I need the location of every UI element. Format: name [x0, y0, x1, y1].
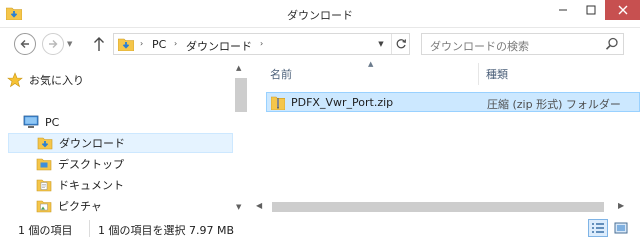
computer-icon	[23, 115, 39, 128]
status-bar: 1 個の項目 1 個の項目を選択 7.97 MB	[0, 216, 640, 243]
navigation-pane-scrollbar[interactable]: ▲ ▼	[233, 60, 249, 216]
download-folder-icon	[37, 137, 53, 150]
close-button[interactable]	[605, 0, 640, 20]
large-icons-view-button[interactable]	[611, 219, 631, 237]
back-button[interactable]	[14, 33, 36, 55]
minimize-button[interactable]	[549, 0, 577, 20]
scroll-right-arrow-icon[interactable]: ▶	[618, 201, 624, 210]
breadcrumb-separator[interactable]: ›	[260, 39, 263, 48]
file-name[interactable]: PDFX_Vwr_Port.zip	[291, 96, 393, 109]
recent-locations-dropdown[interactable]: ▼	[67, 40, 72, 48]
sidebar-item-label: ピクチャ	[58, 200, 102, 213]
scroll-down-arrow-icon[interactable]: ▼	[236, 203, 241, 211]
selection-info: 1 個の項目を選択 7.97 MB	[98, 224, 235, 237]
breadcrumb-separator[interactable]: ›	[140, 39, 143, 48]
sidebar-item-pictures[interactable]: ピクチャ	[36, 196, 232, 216]
column-header-type[interactable]: 種類	[486, 66, 508, 82]
scrollbar-thumb[interactable]	[272, 202, 604, 212]
breadcrumb-separator[interactable]: ›	[174, 39, 177, 48]
file-list: 名前 ▲ 種類 PDFX_Vwr_Port.zip 圧縮 (zip 形式) フォ…	[252, 60, 640, 216]
scroll-up-arrow-icon[interactable]: ▲	[236, 64, 241, 72]
pictures-folder-icon	[36, 200, 52, 213]
forward-button[interactable]	[42, 33, 64, 55]
address-history-dropdown[interactable]: ▼	[372, 34, 390, 54]
sidebar-item-downloads[interactable]: ダウンロード	[8, 133, 233, 153]
arrow-up-icon[interactable]	[92, 35, 106, 53]
column-header-name[interactable]: 名前	[270, 66, 292, 82]
scroll-left-arrow-icon[interactable]: ◀	[256, 201, 262, 210]
zip-folder-icon	[271, 96, 285, 110]
download-folder-icon	[118, 38, 134, 51]
scrollbar-thumb[interactable]	[235, 78, 247, 112]
search-placeholder[interactable]: ダウンロードの検索	[430, 38, 529, 54]
sidebar-item-label: ダウンロード	[59, 137, 125, 150]
details-view-icon	[592, 223, 604, 233]
address-bar[interactable]: › PC › ダウンロード › ▼	[113, 33, 410, 55]
details-view-button[interactable]	[588, 219, 608, 237]
column-divider[interactable]	[478, 63, 479, 85]
sort-ascending-icon: ▲	[368, 60, 374, 68]
arrow-right-icon	[49, 40, 58, 48]
sidebar-item-label: お気に入り	[29, 74, 84, 87]
minimize-icon	[559, 9, 567, 11]
search-box[interactable]: ダウンロードの検索	[421, 33, 624, 55]
sidebar-item-label: デスクトップ	[58, 158, 124, 171]
status-divider	[89, 220, 90, 237]
maximize-button[interactable]	[577, 0, 605, 20]
large-icons-view-icon	[614, 222, 628, 234]
maximize-icon	[586, 5, 596, 15]
sidebar-item-label: ドキュメント	[58, 179, 124, 192]
title-bar: ダウンロード	[0, 0, 640, 28]
star-icon	[7, 72, 23, 88]
file-type: 圧縮 (zip 形式) フォルダー	[487, 98, 621, 111]
search-icon[interactable]	[605, 37, 619, 51]
sidebar-item-pc[interactable]: PC	[23, 112, 232, 132]
breadcrumb-downloads[interactable]: ダウンロード	[186, 38, 252, 54]
sidebar-item-desktop[interactable]: デスクトップ	[36, 154, 232, 174]
file-list-horizontal-scrollbar[interactable]: ◀ ▶	[252, 198, 640, 216]
item-count: 1 個の項目	[18, 224, 73, 237]
documents-folder-icon	[36, 179, 52, 192]
file-row[interactable]: PDFX_Vwr_Port.zip 圧縮 (zip 形式) フォルダー	[266, 92, 640, 112]
sidebar-item-favorites[interactable]: お気に入り	[7, 70, 232, 90]
sidebar-item-label: PC	[45, 115, 60, 129]
desktop-folder-icon	[36, 158, 52, 171]
refresh-button[interactable]	[391, 34, 409, 54]
breadcrumb-pc[interactable]: PC	[152, 38, 166, 51]
navigation-bar: ▼ › PC › ダウンロード › ▼ ダウンロードの検索	[0, 28, 640, 60]
navigation-pane: お気に入り PC ダウンロード デスクトップ ドキュメント ピクチャ	[0, 60, 249, 216]
close-icon	[618, 5, 627, 15]
arrow-left-icon	[20, 40, 29, 48]
sidebar-item-documents[interactable]: ドキュメント	[36, 175, 232, 195]
window-title: ダウンロード	[287, 9, 353, 22]
refresh-icon	[396, 39, 406, 49]
